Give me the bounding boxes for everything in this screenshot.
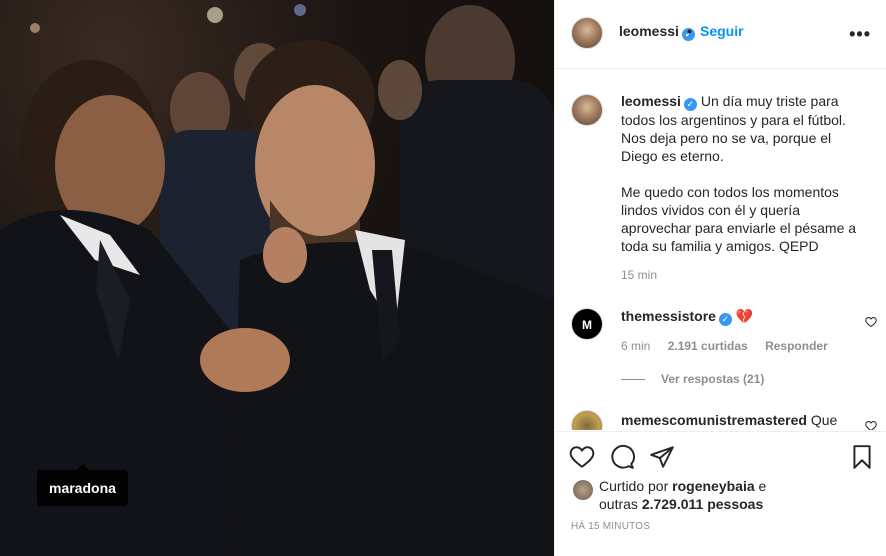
caption-username[interactable]: leomessi (621, 93, 681, 109)
caption-text-2: Me quedo con todos los momentos lindos v… (621, 184, 857, 254)
view-replies-button[interactable]: Ver respostas (21) (621, 372, 764, 386)
photo-tag[interactable]: maradona (37, 464, 128, 506)
caption: leomessi ✓ Un día muy triste para todos l… (621, 92, 871, 265)
share-icon[interactable] (649, 444, 675, 470)
comment-item: memescomunistremastered Que (621, 412, 837, 428)
verified-icon: ✓ (683, 98, 697, 111)
post-timestamp[interactable]: HÁ 15 MINUTOS (571, 521, 650, 532)
comment-meta: 6 min 2.191 curtidas Responder (621, 339, 828, 353)
caption-avatar[interactable] (571, 94, 603, 126)
comment-icon[interactable] (609, 444, 635, 470)
separator-dot: • (687, 23, 692, 39)
comment-like-icon[interactable] (865, 420, 877, 430)
liker-username[interactable]: rogeneybaia (672, 478, 754, 494)
comment-like-icon[interactable] (865, 316, 877, 328)
comment-username[interactable]: themessistore (621, 308, 716, 324)
comment-text: 💔 (735, 308, 754, 324)
actions-section: Curtido por rogeneybaia e outras 2.729.0… (555, 431, 886, 556)
verified-icon: ✓ (718, 313, 732, 326)
author-username[interactable]: leomessi ✓ (619, 23, 695, 41)
comment-avatar[interactable] (571, 308, 603, 340)
comment-item: themessistore ✓ 💔 (621, 308, 753, 326)
post-photo[interactable]: maradona (0, 0, 554, 556)
bookmark-icon[interactable] (849, 444, 875, 470)
comment-username[interactable]: memescomunistremastered (621, 412, 807, 428)
reply-button[interactable]: Responder (765, 339, 828, 353)
likes-summary: Curtido por rogeneybaia e outras 2.729.0… (599, 478, 767, 512)
replies-line (621, 379, 645, 381)
comment-text: Que (810, 412, 838, 428)
comment-avatar[interactable] (571, 410, 603, 430)
liker-avatar[interactable] (573, 480, 593, 500)
post-panel: leomessi ✓ • Seguir ••• leomessi ✓ Un día … (554, 0, 886, 556)
likes-count[interactable]: 2.729.011 pessoas (642, 496, 763, 512)
photo-tag-label: maradona (49, 480, 116, 496)
comment-time[interactable]: 6 min (621, 339, 650, 353)
comments-section[interactable]: leomessi ✓ Un día muy triste para todos l… (555, 70, 886, 430)
more-icon[interactable]: ••• (849, 24, 871, 45)
caption-time[interactable]: 15 min (621, 268, 657, 282)
post-header: leomessi ✓ • Seguir ••• (555, 0, 886, 69)
comment-likes[interactable]: 2.191 curtidas (668, 339, 748, 353)
heart-icon[interactable] (569, 444, 595, 470)
follow-button[interactable]: Seguir (700, 23, 744, 39)
author-avatar[interactable] (571, 17, 603, 49)
